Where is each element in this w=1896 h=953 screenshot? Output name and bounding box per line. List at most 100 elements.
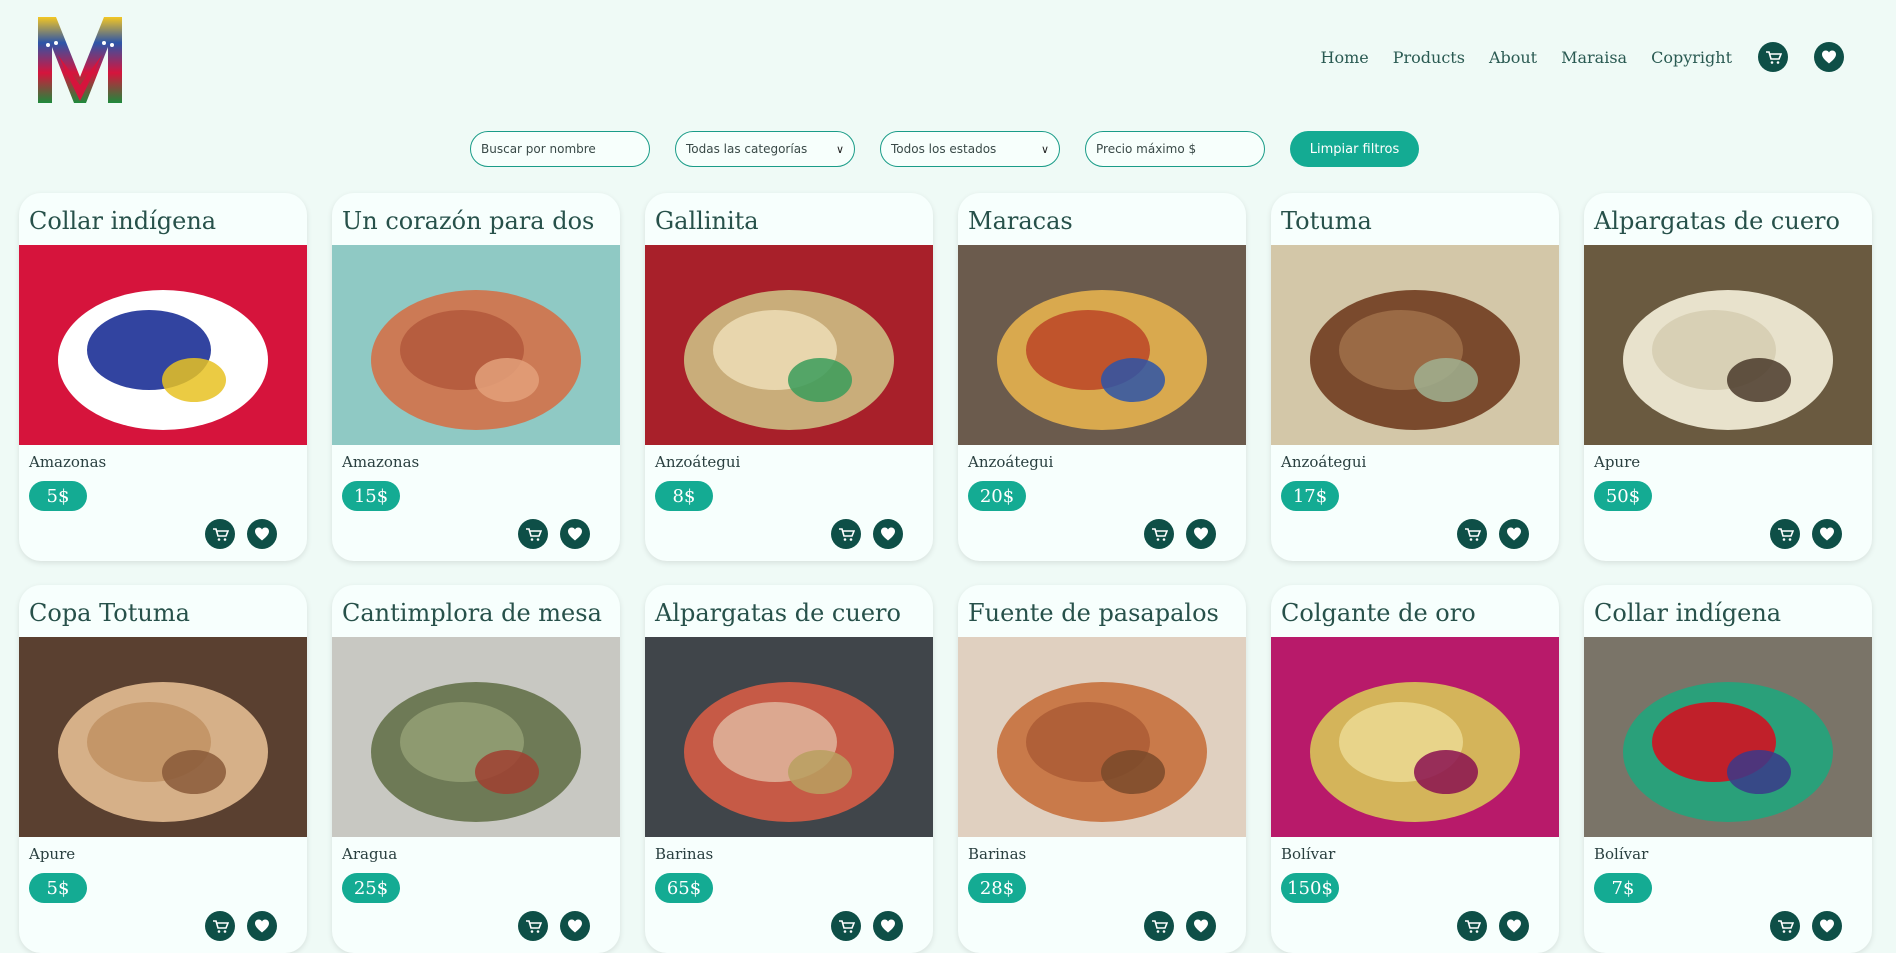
add-to-favorites-button[interactable] — [1812, 519, 1842, 549]
card-actions — [193, 911, 277, 941]
product-photo[interactable] — [958, 245, 1246, 445]
product-title[interactable]: Fuente de pasapalos — [968, 599, 1219, 627]
nav-favorites-button[interactable] — [1814, 42, 1844, 72]
add-to-cart-button[interactable] — [1457, 911, 1487, 941]
product-title[interactable]: Collar indígena — [1594, 599, 1781, 627]
product-photo[interactable] — [645, 637, 933, 837]
product-state: Apure — [1594, 453, 1641, 471]
add-to-cart-button[interactable] — [1144, 519, 1174, 549]
product-title[interactable]: Alpargatas de cuero — [655, 599, 901, 627]
product-photo[interactable] — [332, 245, 620, 445]
price-badge: 150$ — [1281, 873, 1339, 903]
nav-home[interactable]: Home — [1321, 48, 1369, 67]
product-card[interactable]: Totuma Anzoátegui 17$ — [1271, 193, 1559, 561]
clear-filters-button[interactable]: Limpiar filtros — [1290, 131, 1419, 167]
product-card[interactable]: Fuente de pasapalos Barinas 28$ — [958, 585, 1246, 953]
card-actions — [1132, 911, 1216, 941]
product-photo[interactable] — [1271, 637, 1559, 837]
category-select[interactable]: Todas las categorías ∨ — [675, 131, 855, 167]
product-title[interactable]: Maracas — [968, 207, 1073, 235]
product-photo[interactable] — [332, 637, 620, 837]
product-photo[interactable] — [958, 637, 1246, 837]
cart-icon — [526, 528, 542, 541]
product-photo[interactable] — [19, 637, 307, 837]
product-state: Anzoátegui — [1281, 453, 1367, 471]
cart-icon — [1766, 51, 1782, 64]
add-to-cart-button[interactable] — [518, 519, 548, 549]
product-title[interactable]: Copa Totuma — [29, 599, 190, 627]
add-to-favorites-button[interactable] — [1812, 911, 1842, 941]
product-card[interactable]: Alpargatas de cuero Apure 50$ — [1584, 193, 1872, 561]
add-to-cart-button[interactable] — [1770, 911, 1800, 941]
cart-icon — [213, 920, 229, 933]
add-to-cart-button[interactable] — [518, 911, 548, 941]
product-state: Barinas — [968, 845, 1027, 863]
nav-products[interactable]: Products — [1393, 48, 1465, 67]
nav-cart-button[interactable] — [1758, 42, 1788, 72]
cart-icon — [213, 528, 229, 541]
add-to-favorites-button[interactable] — [873, 519, 903, 549]
product-photo[interactable] — [1271, 245, 1559, 445]
cart-icon — [839, 528, 855, 541]
max-price-input[interactable]: Precio máximo $ — [1085, 131, 1265, 167]
add-to-cart-button[interactable] — [1144, 911, 1174, 941]
product-title[interactable]: Alpargatas de cuero — [1594, 207, 1840, 235]
product-card[interactable]: Gallinita Anzoátegui 8$ — [645, 193, 933, 561]
main-nav: Home Products About Maraisa Copyright — [1297, 42, 1844, 72]
add-to-cart-button[interactable] — [205, 519, 235, 549]
product-photo[interactable] — [19, 245, 307, 445]
heart-icon — [568, 919, 582, 933]
product-title[interactable]: Collar indígena — [29, 207, 216, 235]
product-card[interactable]: Un corazón para dos Amazonas 15$ — [332, 193, 620, 561]
product-title[interactable]: Gallinita — [655, 207, 759, 235]
add-to-favorites-button[interactable] — [1499, 911, 1529, 941]
brand-logo[interactable] — [36, 15, 124, 105]
add-to-favorites-button[interactable] — [560, 519, 590, 549]
heart-icon — [255, 919, 269, 933]
cart-icon — [1778, 920, 1794, 933]
heart-icon — [1507, 919, 1521, 933]
product-card[interactable]: Collar indígena Bolívar 7$ — [1584, 585, 1872, 953]
product-card[interactable]: Maracas Anzoátegui 20$ — [958, 193, 1246, 561]
product-title[interactable]: Cantimplora de mesa — [342, 599, 602, 627]
product-photo[interactable] — [1584, 637, 1872, 837]
product-card[interactable]: Alpargatas de cuero Barinas 65$ — [645, 585, 933, 953]
product-card[interactable]: Copa Totuma Apure 5$ — [19, 585, 307, 953]
add-to-favorites-button[interactable] — [247, 911, 277, 941]
product-title[interactable]: Un corazón para dos — [342, 207, 594, 235]
price-badge: 8$ — [655, 481, 713, 511]
add-to-favorites-button[interactable] — [1186, 911, 1216, 941]
product-card[interactable]: Cantimplora de mesa Aragua 25$ — [332, 585, 620, 953]
add-to-favorites-button[interactable] — [560, 911, 590, 941]
search-input[interactable]: Buscar por nombre — [470, 131, 650, 167]
product-state: Anzoátegui — [968, 453, 1054, 471]
product-photo[interactable] — [645, 245, 933, 445]
cart-icon — [1465, 528, 1481, 541]
add-to-cart-button[interactable] — [1770, 519, 1800, 549]
add-to-cart-button[interactable] — [831, 911, 861, 941]
product-card[interactable]: Collar indígena Amazonas 5$ — [19, 193, 307, 561]
product-card[interactable]: Colgante de oro Bolívar 150$ — [1271, 585, 1559, 953]
heart-icon — [568, 527, 582, 541]
chevron-down-icon: ∨ — [835, 142, 844, 156]
nav-maraisa[interactable]: Maraisa — [1561, 48, 1627, 67]
filter-bar: Buscar por nombre Todas las categorías ∨… — [470, 131, 1419, 167]
product-title[interactable]: Totuma — [1281, 207, 1372, 235]
card-actions — [506, 911, 590, 941]
cart-icon — [1465, 920, 1481, 933]
card-actions — [819, 911, 903, 941]
add-to-favorites-button[interactable] — [1186, 519, 1216, 549]
nav-copyright[interactable]: Copyright — [1651, 48, 1732, 67]
state-select[interactable]: Todos los estados ∨ — [880, 131, 1060, 167]
add-to-cart-button[interactable] — [831, 519, 861, 549]
add-to-cart-button[interactable] — [205, 911, 235, 941]
add-to-favorites-button[interactable] — [247, 519, 277, 549]
card-actions — [1445, 519, 1529, 549]
add-to-favorites-button[interactable] — [1499, 519, 1529, 549]
add-to-cart-button[interactable] — [1457, 519, 1487, 549]
product-title[interactable]: Colgante de oro — [1281, 599, 1476, 627]
nav-about[interactable]: About — [1489, 48, 1537, 67]
product-photo[interactable] — [1584, 245, 1872, 445]
add-to-favorites-button[interactable] — [873, 911, 903, 941]
max-price-placeholder: Precio máximo $ — [1096, 142, 1197, 156]
